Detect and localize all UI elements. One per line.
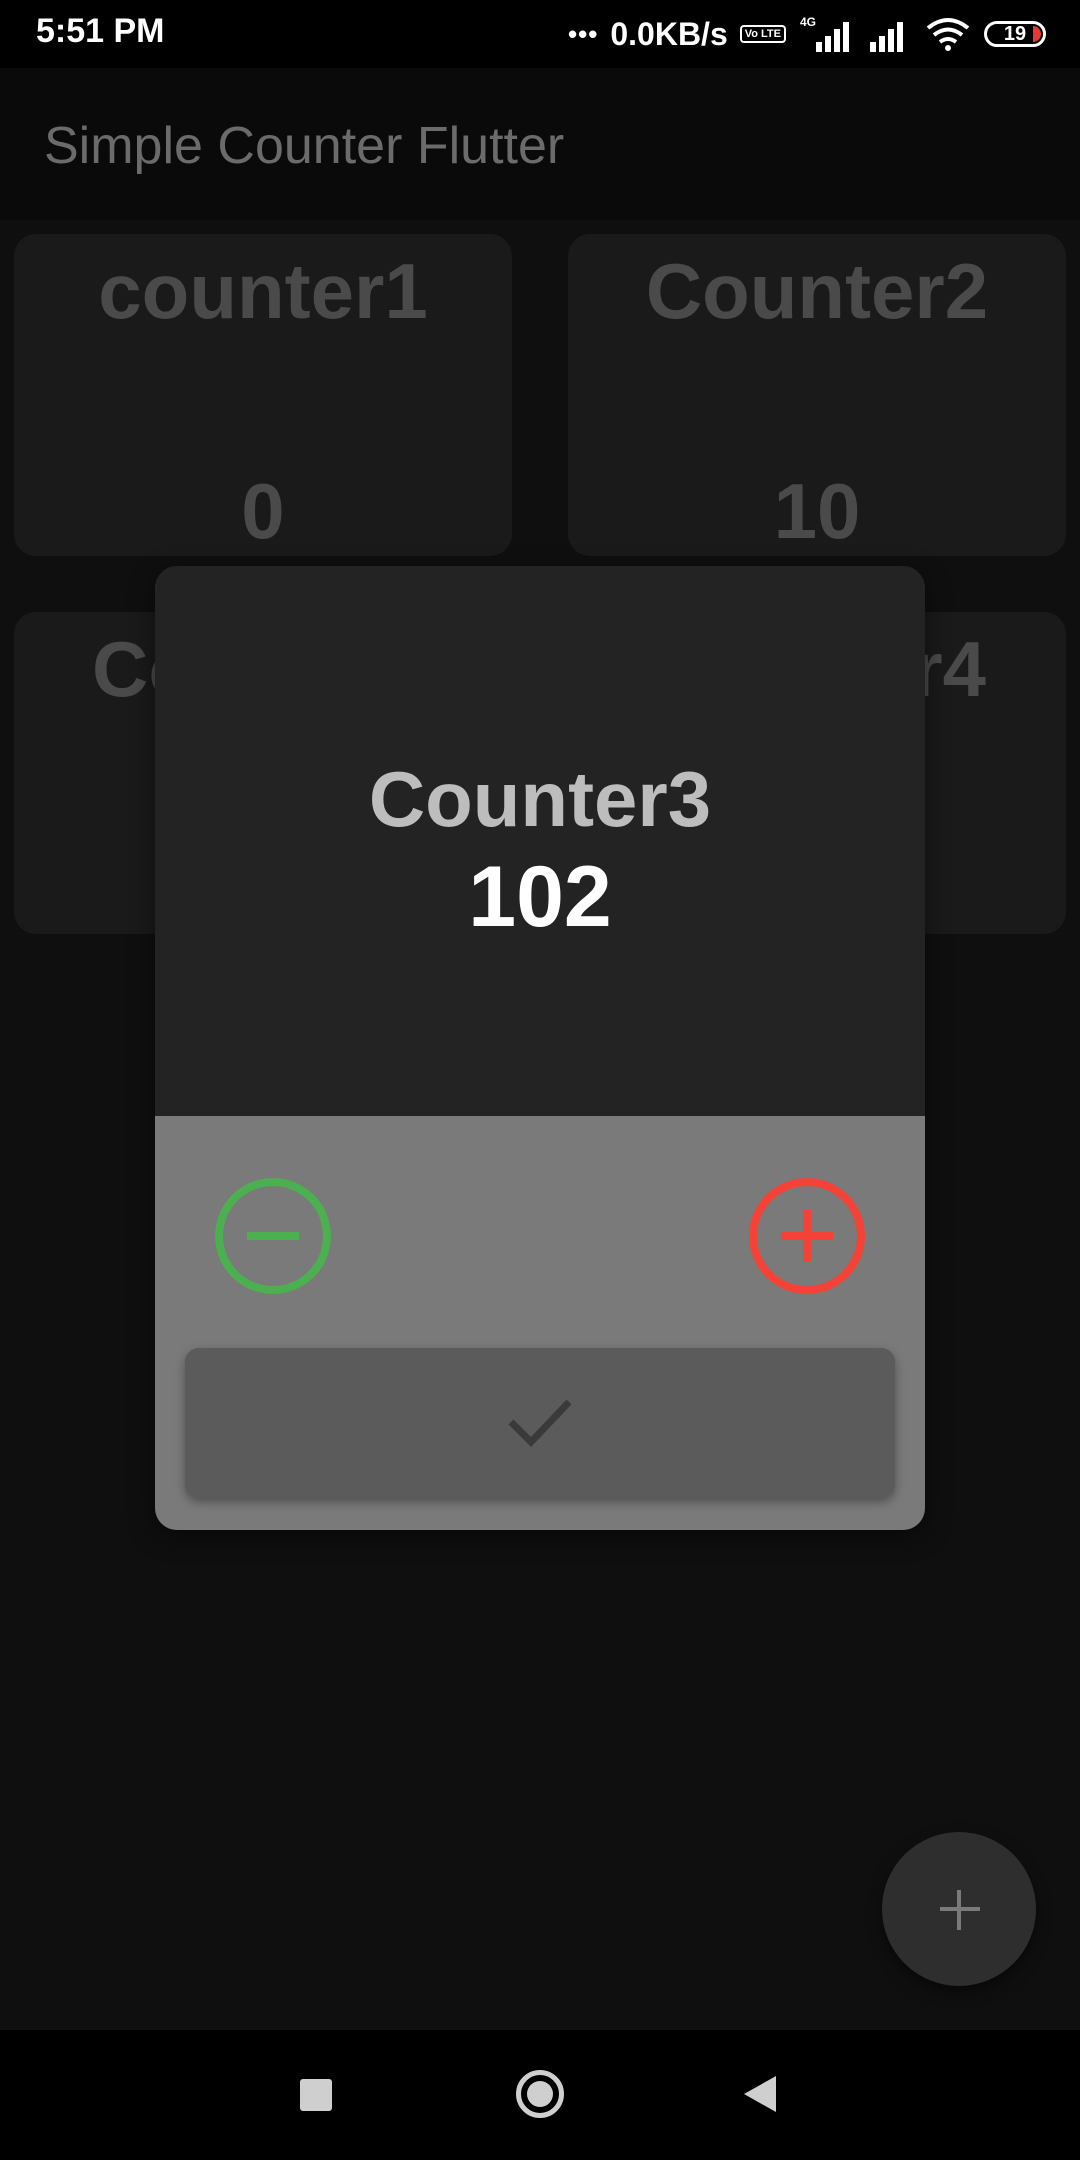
navigation-bar xyxy=(0,2030,1080,2160)
battery-level: 19 xyxy=(1003,22,1027,45)
battery-fill xyxy=(1033,26,1041,42)
home-circle-icon[interactable] xyxy=(516,2070,564,2118)
wifi-icon xyxy=(926,18,970,51)
volte-badge: Vo LTE xyxy=(739,25,786,43)
dialog-actions xyxy=(155,1116,925,1530)
confirm-button[interactable] xyxy=(185,1348,895,1498)
minus-circle-icon[interactable] xyxy=(215,1178,331,1294)
recent-apps-square-icon[interactable] xyxy=(300,2079,332,2111)
battery-indicator: 19 xyxy=(984,21,1046,47)
counter-name: Counter2 xyxy=(645,247,989,335)
status-icons: ••• 0.0KB/s Vo LTE 4G 19 xyxy=(568,12,1046,56)
more-dots: ••• xyxy=(568,18,599,49)
plus-circle-icon[interactable] xyxy=(749,1178,865,1294)
counter-name: counter1 xyxy=(98,247,428,335)
counter-value: 10 xyxy=(773,467,861,555)
counter-value: 0 xyxy=(241,467,285,555)
app-bar: Simple Counter Flutter xyxy=(0,68,1080,220)
back-triangle-icon[interactable] xyxy=(744,2076,776,2112)
app-title: Simple Counter Flutter xyxy=(44,117,565,175)
status-time: 5:51 PM xyxy=(36,12,165,50)
counter-card-1[interactable]: counter1 0 xyxy=(14,234,512,556)
network-speed: 0.0KB/s xyxy=(610,15,728,52)
signal-icon xyxy=(870,22,903,52)
counter-card-2[interactable]: Counter2 10 xyxy=(568,234,1066,556)
dialog-counter-value: 102 xyxy=(468,849,612,945)
status-bar: 5:51 PM ••• 0.0KB/s Vo LTE 4G 19 xyxy=(0,0,1080,68)
check-icon xyxy=(508,1399,572,1448)
dialog-counter-name: Counter3 xyxy=(368,755,712,843)
dialog-header: Counter3 102 xyxy=(155,566,925,1116)
svg-text:4G: 4G xyxy=(800,15,816,29)
counter-dialog: Counter3 102 xyxy=(155,566,925,1530)
signal-4g-icon: 4G xyxy=(800,15,849,52)
add-counter-button[interactable] xyxy=(882,1832,1036,1986)
